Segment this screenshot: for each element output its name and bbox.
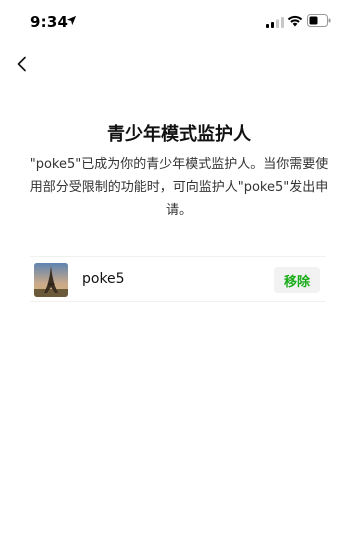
cellular-signal-icon (266, 17, 284, 28)
back-button[interactable] (10, 52, 34, 76)
guardian-row: poke5 移除 (30, 256, 326, 302)
location-arrow-icon (66, 15, 77, 26)
description-text: "poke5"已成为你的青少年模式监护人。当你需要使用部分受限制的功能时，可向监… (29, 157, 329, 218)
remove-button[interactable]: 移除 (274, 267, 320, 293)
wifi-icon (287, 15, 303, 27)
guardian-name: poke5 (82, 271, 125, 287)
eiffel-tower-avatar-image (34, 263, 68, 297)
status-bar: 9:34 (0, 0, 358, 44)
battery-icon (307, 14, 331, 27)
chevron-left-icon (17, 56, 26, 72)
page-title: 青少年模式监护人 (107, 124, 251, 145)
status-time: 9:34 (30, 13, 69, 31)
avatar (34, 263, 68, 297)
